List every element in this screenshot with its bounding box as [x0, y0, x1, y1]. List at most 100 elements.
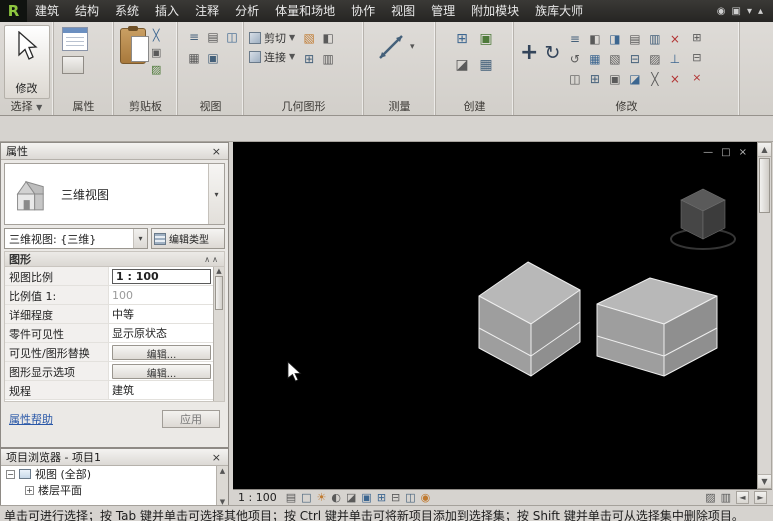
properties-palette-icon[interactable]: [62, 27, 88, 51]
panel-label-select[interactable]: 选择 ▼: [0, 99, 53, 115]
type-selector-dropdown-icon[interactable]: ▾: [208, 164, 224, 224]
canvas-scroll-down-icon[interactable]: ▼: [758, 474, 771, 488]
split-icon[interactable]: ▥: [646, 31, 663, 48]
project-browser-close-icon[interactable]: ×: [210, 451, 223, 464]
view-grid-icon[interactable]: ▦: [186, 51, 202, 69]
info-icon[interactable]: ◉: [717, 6, 726, 17]
canvas-scroll-up-icon[interactable]: ▲: [758, 143, 771, 157]
modify-tool-button[interactable]: 修改: [4, 25, 50, 99]
drawing-area[interactable]: — □ ×: [233, 142, 757, 489]
measure-icon[interactable]: [376, 32, 406, 62]
lock-view-icon[interactable]: ⊟: [391, 491, 400, 504]
graphics-section-header[interactable]: 图形 ∧∧: [4, 251, 225, 267]
ribbon-display-icon[interactable]: ▣: [731, 6, 740, 17]
show-crop-icon[interactable]: ⊞: [377, 491, 386, 504]
sun-path-icon[interactable]: ☀: [317, 491, 327, 504]
unpin-icon[interactable]: ⊞: [586, 71, 603, 88]
properties-title-bar[interactable]: 属性 ×: [1, 143, 228, 160]
mini-collapse-icon[interactable]: ⊟: [689, 51, 704, 68]
mini-expand-icon[interactable]: ⊞: [689, 31, 704, 48]
move-icon[interactable]: +: [520, 42, 538, 64]
thin-lines-icon[interactable]: ≡: [186, 30, 202, 48]
cut-geometry-button[interactable]: 剪切 ▼: [249, 28, 295, 47]
cut-icon[interactable]: ╳: [151, 29, 161, 42]
create-assembly-icon[interactable]: ◪: [452, 58, 472, 80]
app-logo[interactable]: R: [0, 0, 27, 22]
tab-annotate[interactable]: 注释: [187, 0, 227, 22]
paste-icon[interactable]: [120, 28, 146, 64]
canvas-vertical-scrollbar[interactable]: ▲ ▼: [757, 142, 772, 489]
pin-icon[interactable]: ⊥: [666, 51, 683, 68]
copy-icon[interactable]: ▣: [151, 46, 161, 59]
section-collapse-icon[interactable]: ∧∧: [204, 255, 220, 264]
view-profile-icon[interactable]: ◫: [224, 30, 240, 48]
discipline-value[interactable]: 建筑: [112, 382, 134, 398]
view-extra-icon[interactable]: ▣: [205, 51, 221, 69]
crop-view-icon[interactable]: ▣: [361, 491, 371, 504]
properties-scroll-up-icon[interactable]: ▲: [216, 267, 221, 275]
properties-help-link[interactable]: 属性帮助: [9, 411, 53, 427]
worksharing-display-icon[interactable]: ▨: [705, 491, 715, 504]
delete-alt-icon[interactable]: ×: [666, 71, 683, 88]
project-browser-scrollbar[interactable]: ▲ ▼: [216, 466, 228, 507]
detail-level-value[interactable]: 中等: [112, 306, 134, 322]
paint-icon[interactable]: ▧: [301, 31, 317, 49]
pb-scroll-up-icon[interactable]: ▲: [217, 467, 228, 475]
view-scale-button[interactable]: 1 : 100: [238, 491, 281, 504]
render-icon[interactable]: ◪: [346, 491, 356, 504]
edit-type-button[interactable]: 编辑类型: [151, 228, 225, 249]
view-scale-input[interactable]: 1 : 100: [112, 269, 211, 284]
create-similar-icon[interactable]: ▣: [476, 32, 496, 54]
parts-visibility-value[interactable]: 显示原状态: [112, 325, 167, 341]
tab-insert[interactable]: 插入: [147, 0, 187, 22]
offset-icon[interactable]: ◧: [586, 31, 603, 48]
demolish-icon[interactable]: ⊞: [301, 52, 317, 70]
wall-joins-icon[interactable]: ▥: [320, 52, 336, 70]
trim-icon[interactable]: ▤: [626, 31, 643, 48]
tab-architecture[interactable]: 建筑: [27, 0, 67, 22]
scale-tool-icon[interactable]: ▧: [606, 51, 623, 68]
detail-level-icon[interactable]: ▤: [286, 491, 296, 504]
canvas-scroll-thumb[interactable]: [759, 158, 770, 213]
display-options-edit-button[interactable]: 编辑...: [112, 364, 211, 379]
project-browser-title-bar[interactable]: 项目浏览器 - 项目1 ×: [1, 449, 228, 466]
tree-expand-icon[interactable]: +: [25, 486, 34, 495]
create-parts-icon[interactable]: ▦: [476, 58, 496, 80]
join-geometry-button[interactable]: 连接 ▼: [249, 47, 295, 66]
join-cut-icon[interactable]: ◫: [566, 71, 583, 88]
tree-item-views[interactable]: − 视图 (全部): [1, 466, 228, 482]
rotate-ccw-icon[interactable]: ↺: [566, 51, 583, 68]
family-types-icon[interactable]: [62, 56, 84, 74]
tab-structure[interactable]: 结构: [67, 0, 107, 22]
modify-extra3-icon[interactable]: ╳: [646, 71, 663, 88]
view-instance-combo[interactable]: 三维视图: {三维} ▾: [4, 228, 148, 249]
collapse-ribbon-icon[interactable]: ▴: [758, 6, 763, 17]
reveal-hidden-icon[interactable]: ◉: [421, 491, 431, 504]
tab-massing-site[interactable]: 体量和场地: [267, 0, 343, 22]
delete-icon[interactable]: ×: [666, 31, 683, 48]
properties-scroll-thumb[interactable]: [215, 276, 223, 310]
tab-addins[interactable]: 附加模块: [463, 0, 527, 22]
match-type-icon[interactable]: ▨: [151, 63, 161, 76]
properties-scrollbar[interactable]: ▲: [213, 267, 224, 401]
tab-collaborate[interactable]: 协作: [343, 0, 383, 22]
tab-family-library-master[interactable]: 族库大师: [527, 0, 591, 22]
temporary-isolate-icon[interactable]: ◫: [405, 491, 415, 504]
tab-view[interactable]: 视图: [383, 0, 423, 22]
align-icon[interactable]: ≡: [566, 31, 583, 48]
apply-button[interactable]: 应用: [162, 410, 220, 428]
group-icon[interactable]: ⊟: [626, 51, 643, 68]
shadows-icon[interactable]: ◐: [331, 491, 341, 504]
tab-systems[interactable]: 系统: [107, 0, 147, 22]
measure-dropdown-icon[interactable]: ▾: [410, 42, 415, 52]
hidden-lines-icon[interactable]: ▤: [205, 30, 221, 48]
tree-collapse-icon[interactable]: −: [6, 470, 15, 479]
cope-icon[interactable]: ▨: [646, 51, 663, 68]
split-face-icon[interactable]: ◧: [320, 31, 336, 49]
canvas-scroll-right-icon[interactable]: ►: [754, 491, 767, 504]
tree-item-floor-plans[interactable]: + 楼层平面: [1, 482, 228, 498]
type-selector[interactable]: 三维视图 ▾: [4, 163, 225, 225]
tab-analyze[interactable]: 分析: [227, 0, 267, 22]
modify-extra2-icon[interactable]: ◪: [626, 71, 643, 88]
array-icon[interactable]: ▦: [586, 51, 603, 68]
